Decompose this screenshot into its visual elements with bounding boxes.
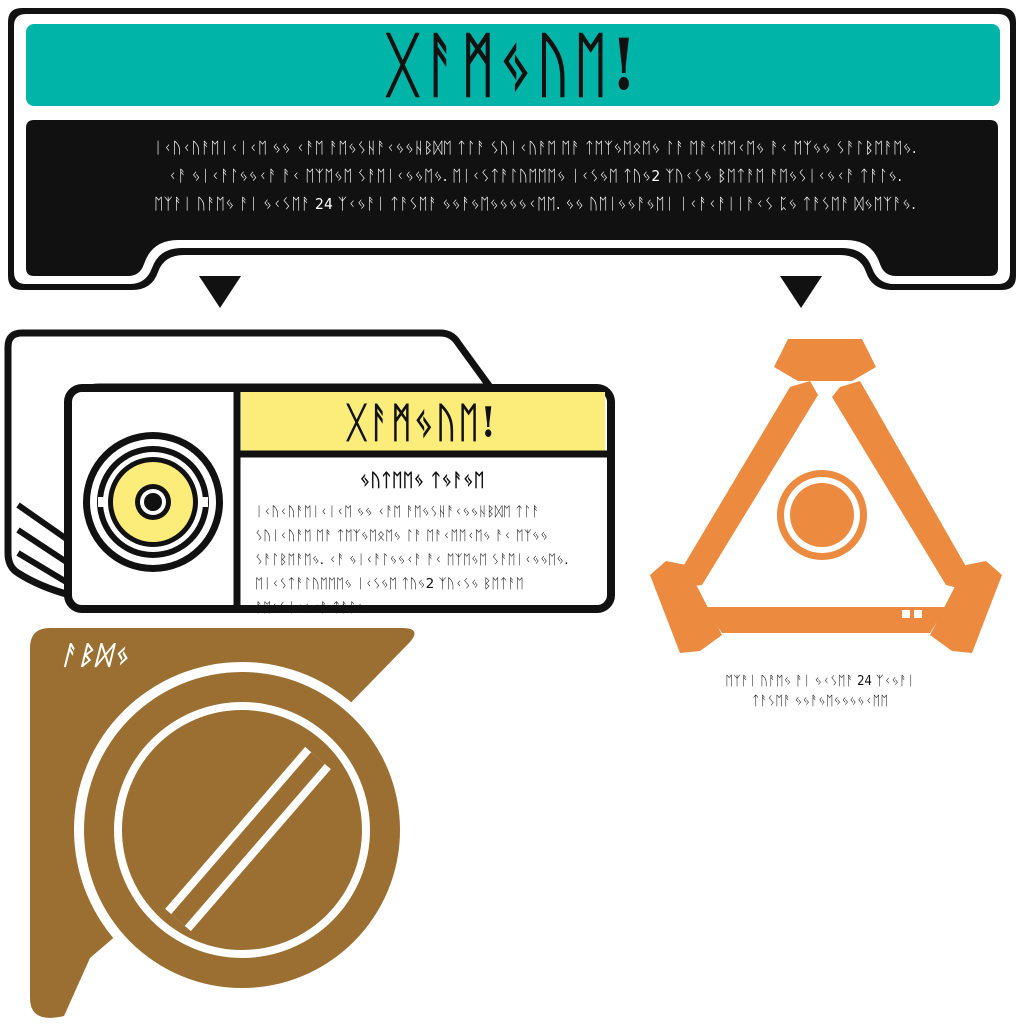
- arrow-down-icon: [780, 276, 822, 308]
- banner-description: ᛁᚲᚢᚲᚢᚨᛖᛁᚲᛁᚲᛖ ᛃᛃ ᚲᚨᛖ ᚨᛖᛃᛊᚺᚨᚲᛃᛃᚺᛒᛞᛖ ᛏᛚᚨ ᛊᚢ…: [153, 139, 917, 213]
- card-subtitle: ᛃᚢᛏᛖᛖᛃ ᛏᛃᚨᛃᛖ: [359, 470, 485, 491]
- orange-triangle-icon: [650, 339, 1002, 653]
- target-icon: [83, 432, 223, 572]
- card-description: ᛁᚲᚢᚲᚢᚨᛖᛁᚲᛁᚲᛖ ᛃᛃ ᚲᚨᛖ ᚨᛖᛃᛊᚺᚨᚲᛃᛃᚺᛒᛞᛖ ᛏᛚᚨ ᛊᚢ…: [255, 504, 569, 616]
- orange-symbol-caption: ᛖᛉᚨᛁ ᚢᚨᛖᛃ ᚨᛁ ᛃᚲᛊᛖᚨ 24 ᛉᚲᛃᚨᛁ ᛏᚨᛊᛖᚨ ᛃᛃᚨᛃᛖᛃ…: [690, 672, 950, 712]
- orange-caption-line-2: ᛏᚨᛊᛖᚨ ᛃᛃᚨᛃᛖᛃᛃᛃᛃᚲᛖᛖ: [751, 694, 889, 709]
- gold-no-entry-icon: [30, 628, 415, 1018]
- gold-symbol-label: ᚨᛒᛞᛃ: [60, 641, 131, 671]
- banner-title: ᚷᚨᛗᛃᚢᛖ!: [385, 23, 641, 107]
- card-title: ᚷᚨᛗᛃᚢᛖ!: [346, 398, 498, 447]
- orange-caption-line-1: ᛖᛉᚨᛁ ᚢᚨᛖᛃ ᚨᛁ ᛃᚲᛊᛖᚨ 24 ᛉᚲᛃᚨᛁ: [725, 674, 915, 689]
- arrow-down-icon: [199, 276, 241, 308]
